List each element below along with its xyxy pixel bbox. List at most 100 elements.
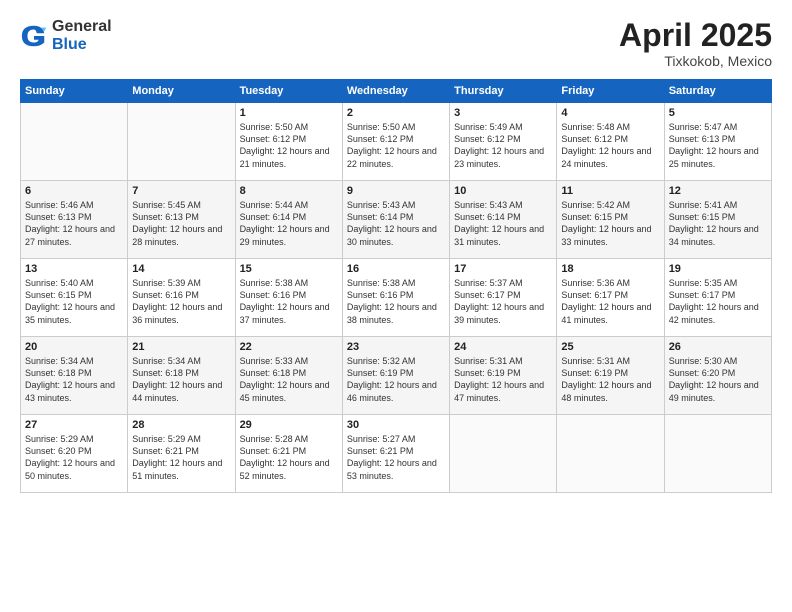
- cell-content: Sunrise: 5:47 AM Sunset: 6:13 PM Dayligh…: [669, 121, 767, 170]
- day-number: 26: [669, 341, 767, 353]
- logo-icon: [20, 22, 48, 50]
- day-number: 22: [240, 341, 338, 353]
- day-number: 11: [561, 185, 659, 197]
- cell-content: Sunrise: 5:40 AM Sunset: 6:15 PM Dayligh…: [25, 277, 123, 326]
- logo-general-text: General: [52, 18, 112, 36]
- cell-content: Sunrise: 5:41 AM Sunset: 6:15 PM Dayligh…: [669, 199, 767, 248]
- week-row-5: 27 Sunrise: 5:29 AM Sunset: 6:20 PM Dayli…: [21, 415, 772, 493]
- cell-content: Sunrise: 5:43 AM Sunset: 6:14 PM Dayligh…: [347, 199, 445, 248]
- day-number: 8: [240, 185, 338, 197]
- calendar-cell: 23 Sunrise: 5:32 AM Sunset: 6:19 PM Dayli…: [342, 337, 449, 415]
- cell-content: Sunrise: 5:49 AM Sunset: 6:12 PM Dayligh…: [454, 121, 552, 170]
- col-thursday: Thursday: [450, 80, 557, 103]
- header-row: Sunday Monday Tuesday Wednesday Thursday…: [21, 80, 772, 103]
- cell-content: Sunrise: 5:42 AM Sunset: 6:15 PM Dayligh…: [561, 199, 659, 248]
- day-number: 21: [132, 341, 230, 353]
- calendar-cell: 6Sunrise: 5:46 AM Sunset: 6:13 PM Daylig…: [21, 181, 128, 259]
- cell-content: Sunrise: 5:34 AM Sunset: 6:18 PM Dayligh…: [25, 355, 123, 404]
- col-saturday: Saturday: [664, 80, 771, 103]
- col-wednesday: Wednesday: [342, 80, 449, 103]
- calendar-cell: 3 Sunrise: 5:49 AM Sunset: 6:12 PM Daylig…: [450, 103, 557, 181]
- cell-content: Sunrise: 5:34 AM Sunset: 6:18 PM Dayligh…: [132, 355, 230, 404]
- day-number: 3: [454, 107, 552, 119]
- cell-content: Sunrise: 5:50 AM Sunset: 6:12 PM Dayligh…: [347, 121, 445, 170]
- calendar-cell: 8 Sunrise: 5:44 AM Sunset: 6:14 PM Daylig…: [235, 181, 342, 259]
- calendar-cell: 4 Sunrise: 5:48 AM Sunset: 6:12 PM Daylig…: [557, 103, 664, 181]
- col-sunday: Sunday: [21, 80, 128, 103]
- header: General Blue April 2025 Tixkokob, Mexico: [20, 18, 772, 69]
- calendar-table: Sunday Monday Tuesday Wednesday Thursday…: [20, 79, 772, 493]
- calendar-cell: 2 Sunrise: 5:50 AM Sunset: 6:12 PM Daylig…: [342, 103, 449, 181]
- day-number: 9: [347, 185, 445, 197]
- day-number: 30: [347, 419, 445, 431]
- calendar-cell: 17Sunrise: 5:37 AM Sunset: 6:17 PM Dayli…: [450, 259, 557, 337]
- calendar-cell: 19 Sunrise: 5:35 AM Sunset: 6:17 PM Dayli…: [664, 259, 771, 337]
- calendar-cell: 12 Sunrise: 5:41 AM Sunset: 6:15 PM Dayli…: [664, 181, 771, 259]
- calendar-cell: 1 Sunrise: 5:50 AM Sunset: 6:12 PM Daylig…: [235, 103, 342, 181]
- day-number: 29: [240, 419, 338, 431]
- calendar-cell: 15 Sunrise: 5:38 AM Sunset: 6:16 PM Dayli…: [235, 259, 342, 337]
- cell-content: Sunrise: 5:50 AM Sunset: 6:12 PM Dayligh…: [240, 121, 338, 170]
- calendar-cell: 18 Sunrise: 5:36 AM Sunset: 6:17 PM Dayli…: [557, 259, 664, 337]
- day-number: 14: [132, 263, 230, 275]
- cell-content: Sunrise: 5:38 AM Sunset: 6:16 PM Dayligh…: [347, 277, 445, 326]
- logo-blue-text: Blue: [52, 36, 112, 54]
- week-row-4: 20 Sunrise: 5:34 AM Sunset: 6:18 PM Dayli…: [21, 337, 772, 415]
- week-row-1: 1 Sunrise: 5:50 AM Sunset: 6:12 PM Daylig…: [21, 103, 772, 181]
- title-location: Tixkokob, Mexico: [619, 53, 772, 69]
- cell-content: Sunrise: 5:43 AM Sunset: 6:14 PM Dayligh…: [454, 199, 552, 248]
- day-number: 12: [669, 185, 767, 197]
- day-number: 16: [347, 263, 445, 275]
- cell-content: Sunrise: 5:45 AM Sunset: 6:13 PM Dayligh…: [132, 199, 230, 248]
- calendar-cell: [128, 103, 235, 181]
- day-number: 4: [561, 107, 659, 119]
- col-monday: Monday: [128, 80, 235, 103]
- cell-content: Sunrise: 5:33 AM Sunset: 6:18 PM Dayligh…: [240, 355, 338, 404]
- calendar-cell: [450, 415, 557, 493]
- cell-content: Sunrise: 5:38 AM Sunset: 6:16 PM Dayligh…: [240, 277, 338, 326]
- cell-content: Sunrise: 5:46 AM Sunset: 6:13 PM Dayligh…: [25, 199, 123, 248]
- day-number: 28: [132, 419, 230, 431]
- cell-content: Sunrise: 5:29 AM Sunset: 6:21 PM Dayligh…: [132, 433, 230, 482]
- calendar-cell: 10Sunrise: 5:43 AM Sunset: 6:14 PM Dayli…: [450, 181, 557, 259]
- calendar-cell: 16 Sunrise: 5:38 AM Sunset: 6:16 PM Dayli…: [342, 259, 449, 337]
- calendar-cell: 22 Sunrise: 5:33 AM Sunset: 6:18 PM Dayli…: [235, 337, 342, 415]
- cell-content: Sunrise: 5:30 AM Sunset: 6:20 PM Dayligh…: [669, 355, 767, 404]
- day-number: 25: [561, 341, 659, 353]
- col-friday: Friday: [557, 80, 664, 103]
- cell-content: Sunrise: 5:31 AM Sunset: 6:19 PM Dayligh…: [454, 355, 552, 404]
- page: General Blue April 2025 Tixkokob, Mexico…: [0, 0, 792, 612]
- cell-content: Sunrise: 5:32 AM Sunset: 6:19 PM Dayligh…: [347, 355, 445, 404]
- day-number: 1: [240, 107, 338, 119]
- logo-text: General Blue: [52, 18, 112, 53]
- cell-content: Sunrise: 5:48 AM Sunset: 6:12 PM Dayligh…: [561, 121, 659, 170]
- calendar-cell: 9 Sunrise: 5:43 AM Sunset: 6:14 PM Daylig…: [342, 181, 449, 259]
- cell-content: Sunrise: 5:31 AM Sunset: 6:19 PM Dayligh…: [561, 355, 659, 404]
- calendar-cell: 25 Sunrise: 5:31 AM Sunset: 6:19 PM Dayli…: [557, 337, 664, 415]
- week-row-2: 6Sunrise: 5:46 AM Sunset: 6:13 PM Daylig…: [21, 181, 772, 259]
- calendar-cell: 21 Sunrise: 5:34 AM Sunset: 6:18 PM Dayli…: [128, 337, 235, 415]
- cell-content: Sunrise: 5:29 AM Sunset: 6:20 PM Dayligh…: [25, 433, 123, 482]
- calendar-cell: 5 Sunrise: 5:47 AM Sunset: 6:13 PM Daylig…: [664, 103, 771, 181]
- day-number: 20: [25, 341, 123, 353]
- day-number: 15: [240, 263, 338, 275]
- cell-content: Sunrise: 5:35 AM Sunset: 6:17 PM Dayligh…: [669, 277, 767, 326]
- calendar-cell: 11 Sunrise: 5:42 AM Sunset: 6:15 PM Dayli…: [557, 181, 664, 259]
- title-month: April 2025: [619, 18, 772, 53]
- day-number: 27: [25, 419, 123, 431]
- cell-content: Sunrise: 5:44 AM Sunset: 6:14 PM Dayligh…: [240, 199, 338, 248]
- day-number: 13: [25, 263, 123, 275]
- day-number: 19: [669, 263, 767, 275]
- day-number: 18: [561, 263, 659, 275]
- day-number: 2: [347, 107, 445, 119]
- cell-content: Sunrise: 5:39 AM Sunset: 6:16 PM Dayligh…: [132, 277, 230, 326]
- day-number: 23: [347, 341, 445, 353]
- day-number: 5: [669, 107, 767, 119]
- calendar-cell: 20 Sunrise: 5:34 AM Sunset: 6:18 PM Dayli…: [21, 337, 128, 415]
- cell-content: Sunrise: 5:27 AM Sunset: 6:21 PM Dayligh…: [347, 433, 445, 482]
- cell-content: Sunrise: 5:36 AM Sunset: 6:17 PM Dayligh…: [561, 277, 659, 326]
- calendar-cell: [664, 415, 771, 493]
- calendar-cell: [21, 103, 128, 181]
- day-number: 7: [132, 185, 230, 197]
- cell-content: Sunrise: 5:28 AM Sunset: 6:21 PM Dayligh…: [240, 433, 338, 482]
